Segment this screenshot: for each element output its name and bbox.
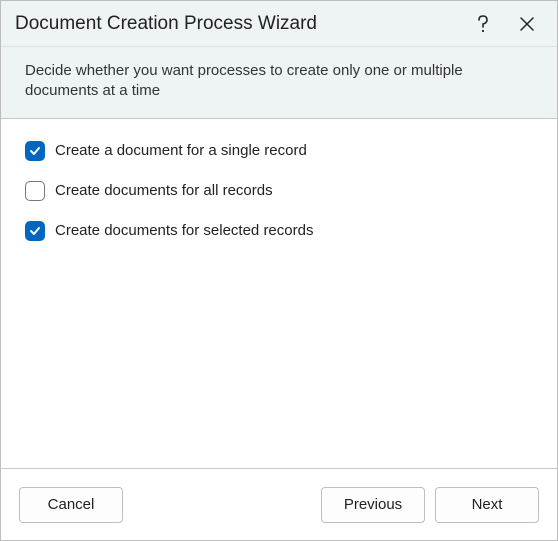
previous-button[interactable]: Previous [321, 487, 425, 523]
option-label: Create documents for all records [55, 182, 273, 199]
checkbox-selected-records[interactable] [25, 221, 45, 241]
next-button[interactable]: Next [435, 487, 539, 523]
cancel-button[interactable]: Cancel [19, 487, 123, 523]
option-single-record[interactable]: Create a document for a single record [25, 141, 533, 161]
check-icon [28, 144, 42, 158]
button-label: Previous [344, 496, 402, 513]
checkbox-all-records[interactable] [25, 181, 45, 201]
option-label: Create documents for selected records [55, 222, 313, 239]
wizard-description: Decide whether you want processes to cre… [1, 47, 557, 119]
dialog-footer: Cancel Previous Next [1, 468, 557, 540]
help-icon [475, 14, 491, 34]
option-selected-records[interactable]: Create documents for selected records [25, 221, 533, 241]
options-panel: Create a document for a single record Cr… [1, 119, 557, 469]
dialog-title: Document Creation Process Wizard [15, 13, 461, 35]
check-icon [28, 224, 42, 238]
close-icon [520, 17, 534, 31]
help-button[interactable] [461, 4, 505, 44]
option-all-records[interactable]: Create documents for all records [25, 181, 533, 201]
button-label: Next [472, 496, 503, 513]
wizard-dialog: Document Creation Process Wizard Decide … [0, 0, 558, 541]
close-button[interactable] [505, 4, 549, 44]
checkbox-single-record[interactable] [25, 141, 45, 161]
titlebar: Document Creation Process Wizard [1, 1, 557, 47]
button-label: Cancel [48, 496, 95, 513]
option-label: Create a document for a single record [55, 142, 307, 159]
